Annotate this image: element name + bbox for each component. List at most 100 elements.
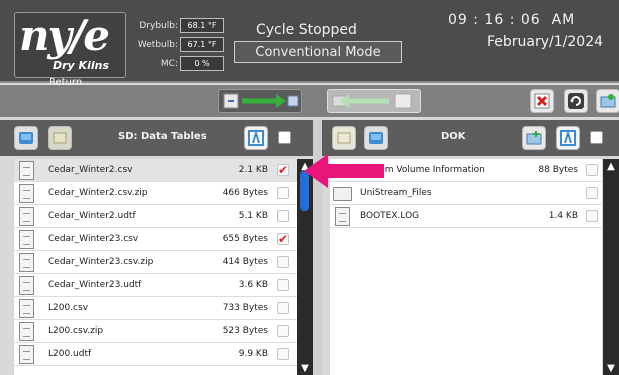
file-name: Cedar_Winter23.csv.zip	[48, 257, 154, 267]
right-select-all-button[interactable]	[556, 126, 580, 150]
refresh-icon	[568, 93, 584, 109]
file-checkbox[interactable]	[586, 210, 598, 222]
file-icon	[19, 184, 34, 203]
mc-reading: MC: 0 %	[128, 54, 224, 73]
file-checkbox[interactable]	[277, 302, 289, 314]
wetbulb-label: Wetbulb:	[137, 39, 178, 50]
sd-card-icon	[337, 132, 351, 144]
scroll-up-icon[interactable]: ▲	[603, 159, 619, 173]
copy-left-icon	[332, 93, 412, 109]
usb-button[interactable]	[48, 126, 72, 150]
file-size: 655 Bytes	[222, 234, 268, 244]
right-usb-button[interactable]	[364, 126, 388, 150]
cycle-status: Cycle Stopped	[256, 22, 357, 38]
file-name: L200.csv	[48, 303, 89, 313]
file-name: BOOTEX.LOG	[360, 211, 420, 221]
file-icon	[335, 207, 350, 226]
return-button[interactable]: ny/e Dry Kilns Return	[14, 11, 126, 88]
delete-button[interactable]	[530, 89, 554, 113]
file-name: Cedar_Winter2.csv	[48, 165, 133, 175]
file-row[interactable]: L200.csv.zip 523 Bytes	[14, 320, 297, 343]
file-icon	[19, 276, 34, 295]
select-all-icon	[248, 129, 264, 146]
right-panel-title: DOK	[441, 131, 466, 142]
file-row[interactable]: L200.csv 733 Bytes	[14, 297, 297, 320]
file-row[interactable]: L200.udtf 9.9 KB	[14, 343, 297, 366]
nyle-logo: ny/e	[19, 11, 110, 60]
wetbulb-value: 67.1 °F	[180, 37, 224, 52]
file-name: L200.csv.zip	[48, 326, 104, 336]
scroll-down-icon[interactable]: ▼	[297, 361, 313, 375]
annotation-arrow-icon	[304, 154, 384, 188]
file-checkbox[interactable]	[277, 256, 289, 268]
right-scrollbar[interactable]: ▲ ▼	[603, 159, 619, 375]
left-panel-header: SD: Data Tables	[0, 120, 313, 156]
right-sd-card-button[interactable]	[332, 126, 356, 150]
file-row[interactable]: Cedar_Winter23.udtf 3.6 KB	[14, 274, 297, 297]
left-file-list: Cedar_Winter2.csv 2.1 KB ✔ Cedar_Winter2…	[14, 159, 297, 375]
file-size: 466 Bytes	[222, 188, 268, 198]
refresh-button[interactable]	[564, 89, 588, 113]
copy-to-left-button[interactable]	[327, 89, 421, 113]
usb-icon	[53, 132, 67, 144]
file-size: 5.1 KB	[238, 211, 268, 221]
file-size: 3.6 KB	[238, 280, 268, 290]
clock-time: 09 : 16 : 06 AM	[448, 12, 576, 28]
file-name: L200.udtf	[48, 349, 92, 359]
file-row[interactable]: Cedar_Winter23.csv.zip 414 Bytes	[14, 251, 297, 274]
clock-date: February/1/2024	[487, 34, 604, 50]
mc-label: MC:	[160, 58, 178, 69]
file-size: 2.1 KB	[238, 165, 268, 175]
logo-subtitle: Dry Kilns	[53, 59, 109, 72]
copy-right-icon	[223, 93, 299, 109]
file-checkbox[interactable]: ✔	[277, 233, 289, 245]
left-panel-title: SD: Data Tables	[118, 131, 207, 142]
file-icon	[19, 322, 34, 341]
usb-icon	[369, 132, 383, 144]
file-checkbox[interactable]: ✔	[277, 164, 289, 176]
file-size: 1.4 KB	[548, 211, 578, 221]
mc-value: 0 %	[180, 56, 224, 71]
file-icon	[19, 161, 34, 180]
file-name: Cedar_Winter23.csv	[48, 234, 139, 244]
file-name: Cedar_Winter2.csv.zip	[48, 188, 148, 198]
left-select-all-button[interactable]	[244, 126, 268, 150]
file-checkbox[interactable]	[277, 210, 289, 222]
right-check-all[interactable]	[590, 131, 603, 144]
file-checkbox[interactable]	[586, 187, 598, 199]
file-checkbox[interactable]	[277, 348, 289, 360]
delete-icon	[534, 93, 550, 109]
select-all-icon	[560, 129, 576, 146]
file-icon	[19, 253, 34, 272]
file-size: 414 Bytes	[222, 257, 268, 267]
copy-to-right-button[interactable]	[218, 89, 302, 113]
file-checkbox[interactable]	[586, 164, 598, 176]
file-row[interactable]: Cedar_Winter2.csv.zip 466 Bytes	[14, 182, 297, 205]
sd-card-button[interactable]	[14, 126, 38, 150]
scroll-down-icon[interactable]: ▼	[603, 361, 619, 375]
file-size: 733 Bytes	[222, 303, 268, 313]
left-scrollbar[interactable]: ▲ ▼	[297, 159, 313, 375]
file-row[interactable]: Cedar_Winter23.csv 655 Bytes ✔	[14, 228, 297, 251]
wetbulb-reading: Wetbulb: 67.1 °F	[128, 35, 224, 54]
right-new-folder-button[interactable]	[522, 126, 546, 150]
file-name: Cedar_Winter23.udtf	[48, 280, 142, 290]
file-checkbox[interactable]	[277, 187, 289, 199]
file-icon	[19, 299, 34, 318]
file-row[interactable]: Cedar_Winter2.udtf 5.1 KB	[14, 205, 297, 228]
file-name: Cedar_Winter2.udtf	[48, 211, 136, 221]
file-checkbox[interactable]	[277, 325, 289, 337]
file-row[interactable]: Cedar_Winter2.csv 2.1 KB ✔	[14, 159, 297, 182]
sd-card-icon	[19, 132, 33, 144]
sensor-readings: Drybulb: 68.1 °F Wetbulb: 67.1 °F MC: 0 …	[128, 16, 224, 73]
file-row[interactable]: BOOTEX.LOG 1.4 KB	[330, 205, 602, 228]
transfer-toolbar	[0, 85, 619, 117]
drybulb-label: Drybulb:	[139, 20, 178, 31]
file-icon	[19, 345, 34, 364]
file-size: 88 Bytes	[538, 165, 578, 175]
file-size: 9.9 KB	[238, 349, 268, 359]
left-check-all[interactable]	[278, 131, 291, 144]
file-checkbox[interactable]	[277, 279, 289, 291]
new-folder-button[interactable]	[596, 89, 619, 113]
mode-display[interactable]: Conventional Mode	[234, 41, 402, 63]
